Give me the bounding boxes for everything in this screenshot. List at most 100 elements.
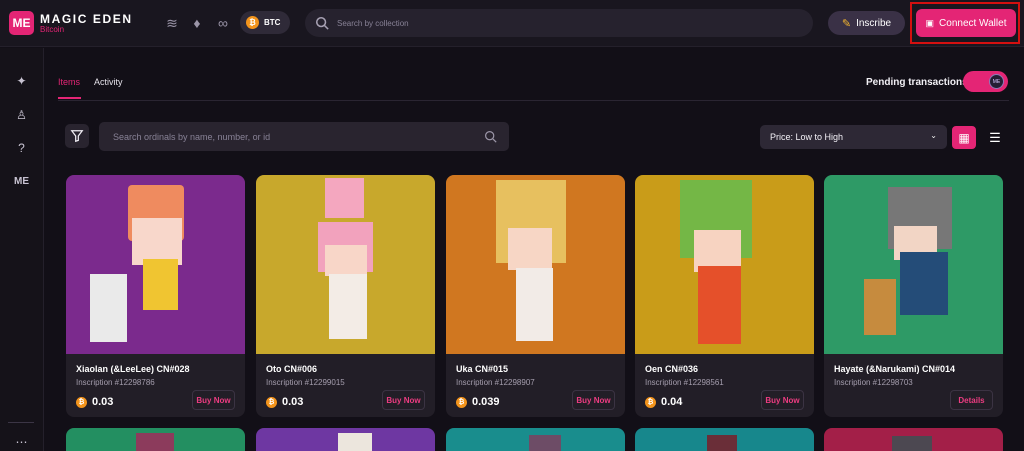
nft-name: Hayate (&Narukami) CN#014 (834, 364, 956, 374)
price: ₿ 0.03 (266, 396, 303, 408)
nft-card-next-row[interactable] (66, 428, 245, 451)
list-view-button[interactable]: ☰ (983, 126, 1007, 149)
active-tab-indicator (58, 97, 81, 99)
nft-card[interactable]: Uka CN#015 Inscription #12298907 ₿ 0.039 … (446, 175, 625, 417)
pixel-art-companion (864, 279, 896, 335)
buy-now-button[interactable]: Buy Now (192, 390, 235, 410)
ordinals-search-input[interactable] (113, 131, 473, 142)
filter-button[interactable] (65, 124, 89, 148)
bitcoin-icon: ₿ (645, 396, 656, 408)
filter-icon (70, 130, 84, 143)
pixel-art-preview (707, 435, 737, 451)
bitcoin-icon: ₿ (266, 396, 277, 408)
brand-name[interactable]: MAGIC EDEN (40, 12, 133, 26)
nft-card[interactable]: Oen CN#036 Inscription #12298561 ₿ 0.04 B… (635, 175, 814, 417)
chevron-down-icon: ⌄ (930, 131, 937, 140)
me-icon[interactable]: ME (12, 172, 31, 191)
grid-view-button[interactable]: ▦ (952, 126, 976, 149)
edit-icon: ✎ (841, 17, 852, 30)
nft-card-next-row[interactable] (824, 428, 1003, 451)
inscription-number: Inscription #12298561 (645, 378, 724, 387)
price: ₿ 0.03 (76, 396, 113, 408)
pixel-art-preview (338, 433, 372, 451)
tab-activity[interactable]: Activity (94, 77, 123, 87)
nft-card-next-row[interactable] (446, 428, 625, 451)
pixel-art-face (508, 228, 552, 270)
grid-icon: ▦ (958, 130, 970, 145)
nft-card-next-row[interactable] (256, 428, 435, 451)
collection-search-input[interactable] (337, 18, 797, 28)
pending-transactions-toggle[interactable]: ME (963, 71, 1008, 92)
magic-eden-logo[interactable]: ME (9, 11, 34, 35)
bitcoin-icon: ₿ (456, 396, 467, 408)
pixel-art-body (516, 268, 553, 341)
price: ₿ 0.039 (456, 396, 500, 408)
inscribe-label: Inscribe (856, 17, 892, 29)
ethereum-icon[interactable]: ♦ (188, 14, 206, 32)
help-icon[interactable]: ? (12, 138, 31, 157)
nft-name: Oto CN#006 (266, 364, 318, 374)
inscription-number: Inscription #12298786 (76, 378, 155, 387)
nft-card-next-row[interactable] (635, 428, 814, 451)
inscribe-button[interactable]: ✎ Inscribe (828, 11, 905, 35)
btc-chain-selector[interactable]: ₿ BTC (240, 11, 290, 34)
solana-icon[interactable]: ≋ (163, 14, 181, 32)
wallet-icon: ▣ (925, 17, 935, 28)
search-icon (485, 131, 497, 143)
launchpad-icon[interactable]: ✦ (12, 71, 31, 90)
nft-name: Uka CN#015 (456, 364, 509, 374)
nft-card[interactable]: Oto CN#006 Inscription #12299015 ₿ 0.03 B… (256, 175, 435, 417)
brand-subtitle: Bitcoin (40, 25, 65, 34)
pending-transactions-label: Pending transactions (866, 77, 968, 88)
content-tabs: Items Activity (58, 77, 123, 87)
buy-now-button[interactable]: Buy Now (761, 390, 804, 410)
toggle-knob: ME (989, 74, 1004, 89)
nft-card[interactable]: Xiaolan (&LeeLee) CN#028 Inscription #12… (66, 175, 245, 417)
bitcoin-icon: ₿ (246, 16, 259, 29)
inscription-number: Inscription #12298907 (456, 378, 535, 387)
buy-now-button[interactable]: Buy Now (382, 390, 425, 410)
nft-name: Xiaolan (&LeeLee) CN#028 (76, 364, 190, 374)
bitcoin-icon: ₿ (76, 396, 87, 408)
pixel-art-panda (90, 274, 127, 342)
top-navigation-bar: ME MAGIC EDEN Bitcoin ≋ ♦ ∞ ₿ BTC ✎ Insc… (0, 0, 1024, 47)
buy-now-button[interactable]: Buy Now (572, 390, 615, 410)
inscription-number: Inscription #12299015 (266, 378, 345, 387)
more-icon[interactable]: ⋯ (12, 432, 31, 451)
ordinals-search[interactable] (99, 122, 509, 151)
rewards-icon[interactable]: ♙ (12, 105, 31, 124)
pixel-art-preview (529, 435, 561, 451)
price: ₿ 0.04 (645, 396, 682, 408)
pixel-art-body (143, 259, 178, 310)
nft-card[interactable]: Hayate (&Narukami) CN#014 Inscription #1… (824, 175, 1003, 417)
pixel-art-face (325, 245, 367, 276)
sidebar-divider (8, 422, 34, 423)
collection-search[interactable] (305, 9, 813, 37)
pixel-art-ears (325, 178, 364, 218)
pixel-art-preview (892, 436, 932, 451)
sort-dropdown[interactable]: Price: Low to High ⌄ (760, 125, 947, 149)
details-button[interactable]: Details (950, 390, 993, 410)
polygon-icon[interactable]: ∞ (214, 14, 232, 32)
sidebar: ✦ ♙ ? ME ⋯ (0, 48, 44, 451)
search-icon (315, 16, 329, 30)
connect-wallet-label: Connect Wallet (939, 17, 1007, 29)
inscription-number: Inscription #12298703 (834, 378, 913, 387)
pixel-art-face (132, 218, 182, 265)
chain-selector-label: BTC (264, 18, 281, 27)
tab-items[interactable]: Items (58, 77, 80, 87)
price-value: 0.03 (92, 396, 114, 408)
sort-value: Price: Low to High (770, 132, 844, 142)
pixel-art-preview (136, 433, 174, 451)
nft-name: Oen CN#036 (645, 364, 699, 374)
price-value: 0.04 (661, 396, 683, 408)
price-value: 0.03 (282, 396, 304, 408)
pixel-art-body (900, 252, 948, 315)
connect-wallet-button[interactable]: ▣ Connect Wallet (916, 9, 1016, 37)
main-content: Items Activity Pending transactions ME P… (45, 48, 1024, 451)
pixel-art-body (698, 266, 741, 344)
tabs-divider (58, 100, 1009, 101)
pixel-art-body (329, 274, 367, 339)
list-icon: ☰ (989, 129, 1001, 145)
price-value: 0.039 (472, 396, 500, 408)
